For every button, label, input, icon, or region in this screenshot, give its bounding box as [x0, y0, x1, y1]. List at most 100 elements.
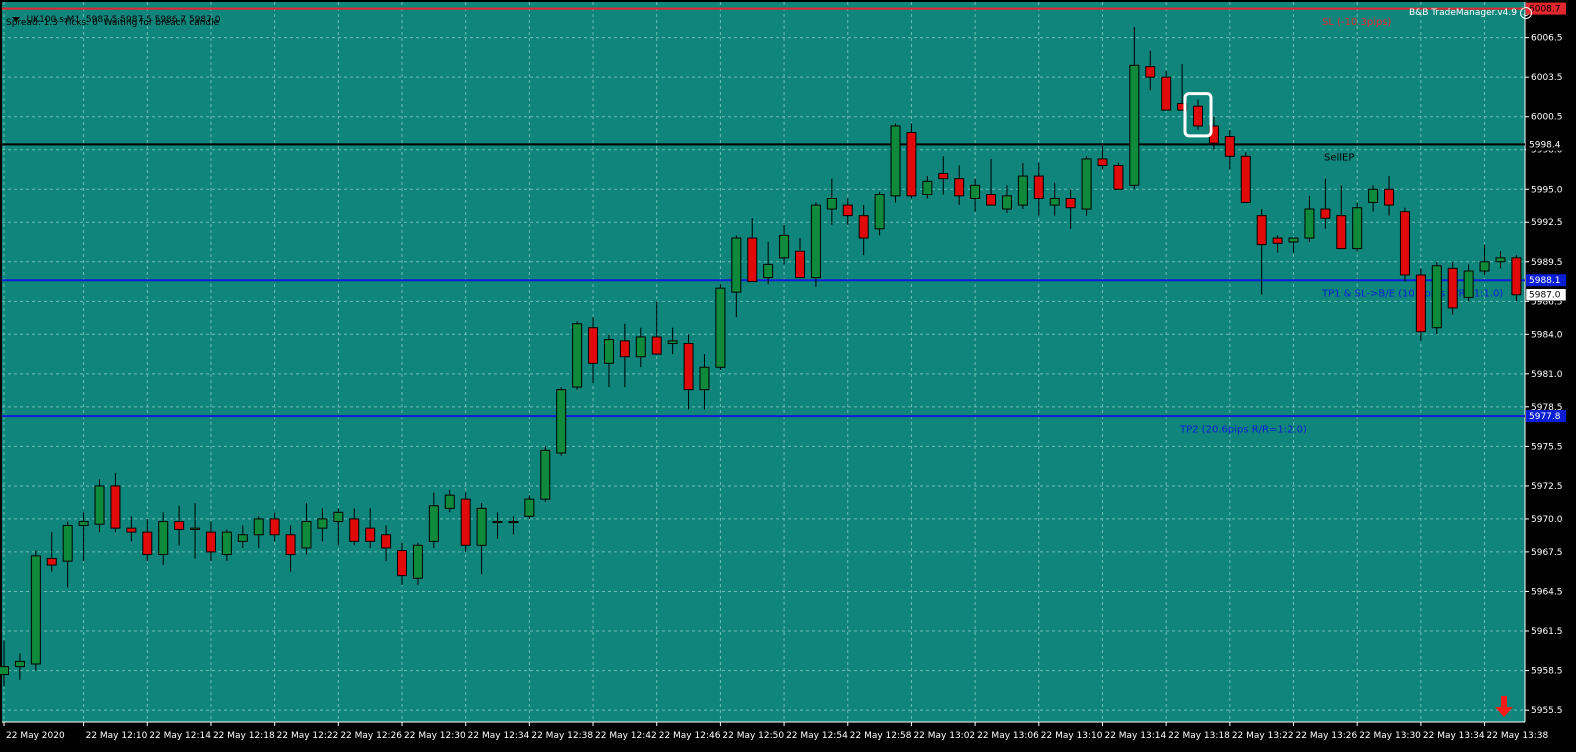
bull-candle[interactable]: [890, 125, 901, 197]
ea-label[interactable]: B&B TradeManager.v4.9: [1409, 7, 1532, 19]
bear-candle[interactable]: [1224, 136, 1235, 157]
bull-candle[interactable]: [572, 323, 583, 388]
bull-candle[interactable]: [190, 527, 201, 530]
bull-candle[interactable]: [1288, 237, 1299, 243]
bull-candle[interactable]: [94, 485, 105, 525]
bull-candle[interactable]: [14, 660, 25, 668]
bull-candle[interactable]: [0, 666, 9, 676]
x-tick-label: 22 May 2020: [6, 731, 65, 741]
bull-candle[interactable]: [428, 505, 439, 542]
bear-candle[interactable]: [1256, 215, 1267, 246]
bull-candle[interactable]: [1129, 64, 1140, 186]
bear-candle[interactable]: [269, 518, 280, 536]
bull-candle[interactable]: [731, 237, 742, 293]
bull-candle[interactable]: [1495, 257, 1506, 263]
bear-candle[interactable]: [46, 557, 57, 566]
bull-candle[interactable]: [524, 498, 535, 517]
bull-candle[interactable]: [779, 234, 790, 259]
bear-candle[interactable]: [1336, 215, 1347, 250]
bull-candle[interactable]: [635, 336, 646, 358]
bull-candle[interactable]: [1017, 175, 1028, 206]
bull-candle[interactable]: [78, 521, 89, 527]
bull-candle[interactable]: [221, 531, 232, 556]
bull-candle[interactable]: [603, 339, 614, 364]
price-chart[interactable]: 5955.5 5958.5 5961.5 5964.5 5967.5 5970.0 5972…: [0, 0, 1576, 752]
bear-candle[interactable]: [938, 172, 949, 180]
bull-candle[interactable]: [715, 287, 726, 368]
bear-candle[interactable]: [126, 527, 137, 533]
bear-candle[interactable]: [381, 534, 392, 549]
bear-candle[interactable]: [1320, 208, 1331, 219]
bull-candle[interactable]: [1081, 158, 1092, 210]
bull-candle[interactable]: [508, 521, 519, 524]
bear-candle[interactable]: [747, 237, 758, 283]
bear-candle[interactable]: [1033, 175, 1044, 199]
bear-candle[interactable]: [1415, 274, 1426, 333]
bear-candle[interactable]: [986, 194, 997, 206]
bear-candle[interactable]: [588, 327, 599, 364]
bull-candle[interactable]: [492, 521, 503, 524]
bear-candle[interactable]: [619, 340, 630, 358]
bear-candle[interactable]: [651, 336, 662, 355]
bear-candle[interactable]: [285, 534, 296, 556]
bear-candle[interactable]: [110, 485, 121, 529]
bull-candle[interactable]: [30, 555, 41, 665]
bull-candle[interactable]: [810, 204, 821, 279]
bear-candle[interactable]: [1447, 267, 1458, 309]
bear-candle[interactable]: [1240, 155, 1251, 203]
bull-candle[interactable]: [970, 184, 981, 199]
bear-candle[interactable]: [349, 518, 360, 542]
bear-candle[interactable]: [1065, 197, 1076, 209]
bull-candle[interactable]: [237, 534, 248, 542]
bear-candle[interactable]: [1145, 66, 1156, 78]
plot-area[interactable]: [2, 2, 1525, 722]
bull-candle[interactable]: [699, 366, 710, 391]
bull-candle[interactable]: [540, 449, 551, 500]
bull-candle[interactable]: [444, 494, 455, 509]
bull-candle[interactable]: [1049, 197, 1060, 206]
bull-candle[interactable]: [62, 525, 73, 562]
bear-candle[interactable]: [365, 527, 376, 542]
bear-candle[interactable]: [1097, 158, 1108, 167]
bear-candle[interactable]: [683, 343, 694, 391]
bull-candle[interactable]: [1479, 261, 1490, 272]
bear-candle[interactable]: [1161, 76, 1172, 111]
bear-candle[interactable]: [1272, 237, 1283, 244]
bear-candle[interactable]: [174, 521, 185, 530]
bear-candle[interactable]: [842, 204, 853, 217]
bear-candle[interactable]: [795, 250, 805, 279]
bear-candle[interactable]: [460, 498, 471, 546]
bull-candle[interactable]: [476, 507, 487, 546]
bear-candle[interactable]: [142, 531, 153, 556]
bull-candle[interactable]: [158, 521, 169, 556]
bull-candle[interactable]: [1304, 208, 1315, 239]
bull-candle[interactable]: [1001, 195, 1012, 210]
bull-candle[interactable]: [874, 194, 885, 230]
bear-candle[interactable]: [205, 531, 216, 553]
bear-candle[interactable]: [1399, 211, 1410, 276]
bull-candle[interactable]: [667, 340, 678, 345]
bear-candle[interactable]: [1113, 165, 1124, 190]
bear-candle[interactable]: [1193, 105, 1203, 127]
bull-candle[interactable]: [317, 518, 328, 529]
bear-candle[interactable]: [397, 550, 407, 577]
y-tick-label: 5975.5: [1531, 442, 1563, 452]
bear-candle[interactable]: [858, 215, 869, 239]
bull-candle[interactable]: [826, 197, 837, 210]
tp2-label: TP2 (20.6pips R/R=1:2.0): [1179, 424, 1307, 435]
bear-candle[interactable]: [1384, 188, 1395, 206]
bear-candle[interactable]: [954, 178, 965, 197]
bull-candle[interactable]: [301, 521, 312, 549]
bear-candle[interactable]: [1511, 257, 1522, 296]
bull-candle[interactable]: [922, 180, 933, 196]
bull-candle[interactable]: [1368, 188, 1379, 203]
bull-candle[interactable]: [412, 544, 423, 579]
bull-candle[interactable]: [333, 511, 344, 523]
bull-candle[interactable]: [1352, 207, 1363, 250]
bull-candle[interactable]: [1463, 270, 1474, 298]
bull-candle[interactable]: [556, 389, 567, 454]
bull-candle[interactable]: [763, 263, 774, 279]
bear-candle[interactable]: [906, 132, 917, 197]
bull-candle[interactable]: [253, 518, 264, 536]
bull-candle[interactable]: [1431, 265, 1442, 329]
